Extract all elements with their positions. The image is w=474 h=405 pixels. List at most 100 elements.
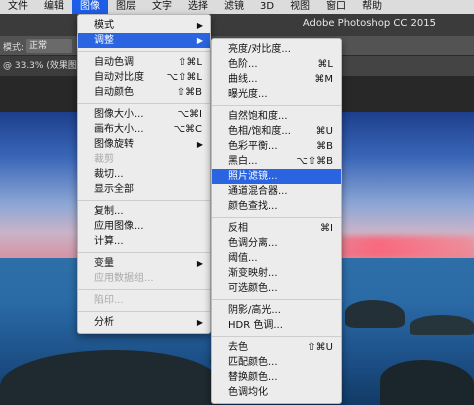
adjust-menu-item[interactable]: 阈值...: [212, 251, 341, 266]
adjust-menu-item-label: 亮度/对比度...: [228, 44, 291, 55]
image-menu-item[interactable]: 计算...: [78, 234, 210, 249]
mode-select[interactable]: 正常: [26, 39, 72, 53]
image-menu-item[interactable]: 裁切...: [78, 167, 210, 182]
adjust-menu-item-label: 通道混合器...: [228, 186, 288, 197]
adjust-menu-item[interactable]: 照片滤镜...: [212, 169, 341, 184]
adjust-menu-item-label: 曲线...: [228, 74, 258, 85]
adjust-menu-item[interactable]: 色相/饱和度... ⌘U: [212, 124, 341, 139]
image-menu-item[interactable]: 分析 ▶: [78, 315, 210, 330]
photo-rock: [345, 300, 405, 328]
adjust-menu-item[interactable]: 通道混合器...: [212, 184, 341, 199]
image-menu-item-label: 自动颜色: [94, 87, 134, 98]
adjust-menu-item[interactable]: 渐变映射...: [212, 266, 341, 281]
document-tab[interactable]: @ 33.3% (效果图层: [0, 56, 80, 91]
image-menu-item-label: 调整: [94, 35, 114, 46]
shortcut-label: ⌥⇧⌘L: [166, 72, 202, 83]
adjust-menu-item-label: 匹配颜色...: [228, 357, 278, 368]
image-menu-item-label: 复制...: [94, 206, 124, 217]
adjust-menu-item[interactable]: 色彩平衡... ⌘B: [212, 139, 341, 154]
menubar-item[interactable]: 文件: [0, 0, 36, 14]
shortcut-label: ⇧⌘L: [178, 57, 202, 68]
menubar-item[interactable]: 图层: [108, 0, 144, 14]
adjust-menu-item[interactable]: 色调均化: [212, 385, 341, 400]
menubar-item[interactable]: 3D: [252, 0, 282, 14]
adjust-menu-item[interactable]: 曲线... ⌘M: [212, 72, 341, 87]
shortcut-label: ⌘U: [315, 126, 333, 137]
menubar-item[interactable]: 滤镜: [216, 0, 252, 14]
adjust-menu-item[interactable]: 替换颜色...: [212, 370, 341, 385]
image-menu-item[interactable]: 自动颜色 ⇧⌘B: [78, 85, 210, 100]
menubar-item[interactable]: 文字: [144, 0, 180, 14]
image-menu-item[interactable]: 变量 ▶: [78, 256, 210, 271]
image-menu-item-label: 分析: [94, 317, 114, 328]
shortcut-label: ⌥⌘C: [173, 124, 202, 135]
adjust-menu-item-label: 曝光度...: [228, 89, 268, 100]
image-menu-item-label: 裁切...: [94, 169, 124, 180]
image-menu-item-label: 画布大小...: [94, 124, 144, 135]
adjust-menu-item[interactable]: 颜色查找...: [212, 199, 341, 214]
adjust-menu-item[interactable]: 曝光度...: [212, 87, 341, 102]
shortcut-label: ⌥⌘I: [177, 109, 202, 120]
shortcut-label: ⌘L: [317, 59, 333, 70]
image-menu-item[interactable]: 复制...: [78, 204, 210, 219]
adjust-menu-item-label: 颜色查找...: [228, 201, 278, 212]
image-menu-item-label: 图像旋转: [94, 139, 134, 150]
image-menu-item[interactable]: 图像大小... ⌥⌘I: [78, 107, 210, 122]
menu-separator: [212, 336, 341, 337]
adjust-menu-item-label: 自然饱和度...: [228, 111, 288, 122]
image-menu-item[interactable]: 模式 ▶: [78, 18, 210, 33]
adjust-menu-item[interactable]: 可选颜色...: [212, 281, 341, 296]
menu-separator: [78, 311, 210, 312]
image-menu-item-label: 显示全部: [94, 184, 134, 195]
menu-separator: [78, 252, 210, 253]
image-menu-item[interactable]: 自动色调 ⇧⌘L: [78, 55, 210, 70]
menu-separator: [212, 217, 341, 218]
adjust-menu-item[interactable]: HDR 色调...: [212, 318, 341, 333]
image-menu-item[interactable]: 调整 ▶: [78, 33, 210, 48]
adjust-menu-item[interactable]: 色阶... ⌘L: [212, 57, 341, 72]
adjust-menu-item-label: 替换颜色...: [228, 372, 278, 383]
adjust-menu-item-label: 色阶...: [228, 59, 258, 70]
adjust-menu-item[interactable]: 亮度/对比度...: [212, 42, 341, 57]
adjust-menu-item[interactable]: 反相 ⌘I: [212, 221, 341, 236]
image-menu-item-label: 自动色调: [94, 57, 134, 68]
submenu-arrow-icon: ▶: [196, 21, 203, 30]
adjust-menu-item-label: 渐变映射...: [228, 268, 278, 279]
submenu-arrow-icon: ▶: [196, 140, 203, 149]
menubar-item[interactable]: 选择: [180, 0, 216, 14]
image-menu-item[interactable]: 画布大小... ⌥⌘C: [78, 122, 210, 137]
adjust-menu-item[interactable]: 自然饱和度...: [212, 109, 341, 124]
menu-separator: [78, 289, 210, 290]
shortcut-label: ⌘B: [316, 141, 333, 152]
app-title: Adobe Photoshop CC 2015: [302, 18, 436, 29]
submenu-arrow-icon: ▶: [196, 259, 203, 268]
adjust-menu-item-label: 阈值...: [228, 253, 258, 264]
menubar-item[interactable]: 帮助: [354, 0, 390, 14]
adjust-menu-item[interactable]: 匹配颜色...: [212, 355, 341, 370]
image-menu-item-label: 应用数据组...: [94, 273, 154, 284]
image-menu-item[interactable]: 应用图像...: [78, 219, 210, 234]
shortcut-label: ⌘M: [314, 74, 333, 85]
menubar-item[interactable]: 编辑: [36, 0, 72, 14]
adjust-menu-item[interactable]: 去色 ⇧⌘U: [212, 340, 341, 355]
menu-separator: [78, 200, 210, 201]
image-menu: 模式 ▶ 调整 ▶ 自动色调 ⇧⌘L 自动对比度 ⌥⇧⌘L 自动颜色 ⇧⌘B 图像大小... ⌥⌘I 画…: [77, 14, 211, 334]
adjust-menu-item[interactable]: 黑白... ⌥⇧⌘B: [212, 154, 341, 169]
image-menu-item[interactable]: 自动对比度 ⌥⇧⌘L: [78, 70, 210, 85]
image-menu-item-label: 变量: [94, 258, 114, 269]
adjust-menu-item-label: 黑白...: [228, 156, 258, 167]
menubar-item[interactable]: 图像: [72, 0, 108, 14]
image-menu-item[interactable]: 图像旋转 ▶: [78, 137, 210, 152]
image-menu-item[interactable]: 显示全部: [78, 182, 210, 197]
adjust-menu-item[interactable]: 色调分离...: [212, 236, 341, 251]
menubar-item[interactable]: 窗口: [318, 0, 354, 14]
adjust-menu-item-label: 去色: [228, 342, 248, 353]
menu-bar: 文件 编辑 图像 图层 文字 选择 滤镜 3D 视图 窗口 帮助: [0, 0, 474, 14]
menu-separator: [78, 51, 210, 52]
shortcut-label: ⌥⇧⌘B: [296, 156, 333, 167]
adjust-menu-item[interactable]: 阴影/高光...: [212, 303, 341, 318]
menubar-item[interactable]: 视图: [282, 0, 318, 14]
adjustments-submenu: 亮度/对比度... 色阶... ⌘L 曲线... ⌘M 曝光度... 自然饱和度... 色相/…: [211, 38, 342, 404]
image-menu-item-label: 模式: [94, 20, 114, 31]
adjust-menu-item-label: 色调分离...: [228, 238, 278, 249]
